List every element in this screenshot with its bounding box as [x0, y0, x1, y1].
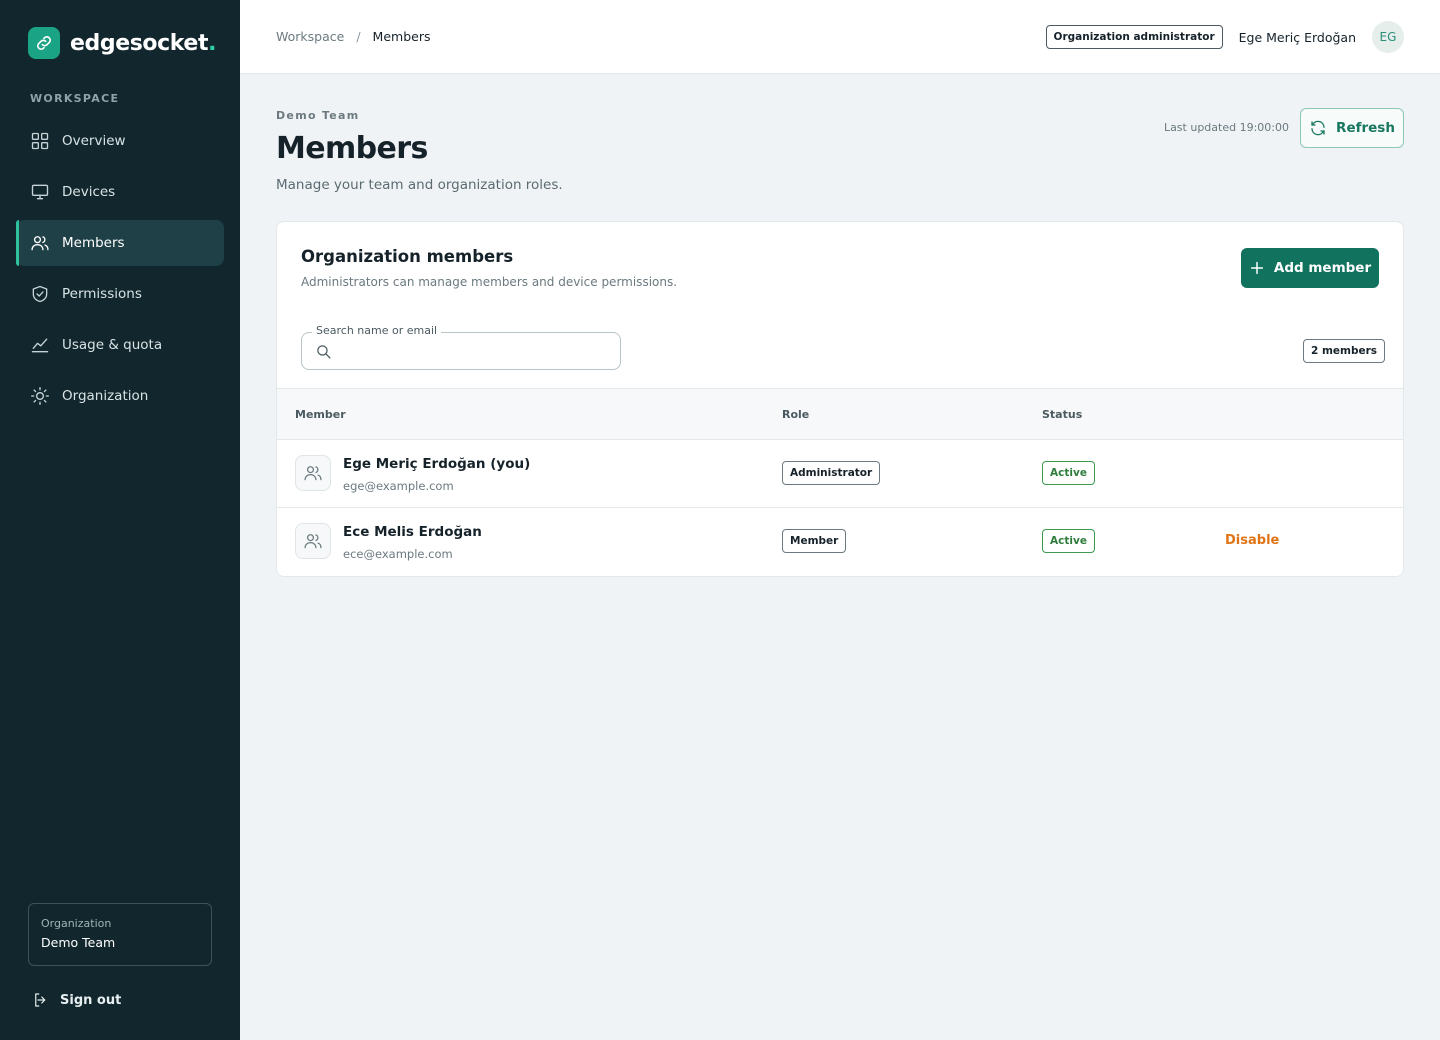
sidebar-item-label: Usage & quota — [62, 337, 163, 353]
page-title: Members — [276, 131, 428, 166]
refresh-icon — [1311, 120, 1325, 136]
sidebar-nav: Overview Devices Members Permissions Usa… — [16, 118, 224, 424]
user-area: Organization administrator Ege Meriç Erd… — [1045, 21, 1404, 53]
refresh-label: Refresh — [1336, 120, 1395, 136]
add-member-button[interactable]: Add member — [1241, 248, 1379, 288]
table-header: Member Role Status — [277, 388, 1403, 440]
refresh-button[interactable]: Refresh — [1300, 108, 1404, 148]
sidebar-item-devices[interactable]: Devices — [16, 169, 224, 215]
sidebar-item-permissions[interactable]: Permissions — [16, 271, 224, 317]
last-updated: Last updated 19:00:00 — [1163, 121, 1289, 134]
card-subtitle: Administrators can manage members and de… — [301, 275, 678, 289]
member-avatar — [295, 455, 331, 491]
sidebar-item-label: Permissions — [62, 286, 142, 302]
member-count-badge: 2 members — [1303, 339, 1386, 363]
sidebar-item-overview[interactable]: Overview — [16, 118, 224, 164]
member-name: Ege Meriç Erdoğan (you) — [343, 456, 531, 472]
monitor-icon — [31, 184, 49, 200]
column-role: Role — [782, 408, 810, 421]
users-icon — [304, 466, 322, 481]
organization-switcher[interactable]: Organization Demo Team — [28, 903, 212, 966]
sun-icon — [31, 387, 49, 405]
plus-icon — [1250, 261, 1263, 275]
page-eyebrow: Demo Team — [276, 109, 360, 122]
role-badge: Organization administrator — [1045, 25, 1223, 49]
sidebar-item-organization[interactable]: Organization — [16, 373, 224, 419]
column-member: Member — [295, 408, 346, 421]
search-icon — [317, 345, 331, 359]
sidebar-item-label: Members — [62, 235, 125, 251]
add-member-label: Add member — [1273, 260, 1372, 276]
role-chip: Administrator — [782, 461, 881, 485]
shield-check-icon — [32, 285, 48, 303]
breadcrumb-members: Members — [372, 29, 431, 44]
grid-icon — [31, 132, 49, 150]
member-name: Ece Melis Erdoğan — [343, 524, 482, 540]
sidebar-item-members[interactable]: Members — [16, 220, 224, 266]
member-email: ege@example.com — [343, 479, 454, 493]
logout-icon — [35, 993, 46, 1007]
role-chip: Member — [782, 529, 847, 553]
search-label: Search name or email — [312, 324, 442, 337]
member-email: ece@example.com — [343, 547, 453, 561]
status-badge: Active — [1042, 461, 1095, 485]
organization-value: Demo Team — [41, 935, 116, 950]
link-icon — [28, 27, 60, 59]
brand-name: edgesocket. — [70, 30, 217, 56]
line-chart-icon — [31, 338, 49, 353]
table-row: Ege Meriç Erdoğan (you) ege@example.com … — [277, 440, 1403, 508]
breadcrumb-workspace[interactable]: Workspace — [276, 29, 344, 44]
user-name: Ege Meriç Erdoğan — [1238, 29, 1356, 45]
breadcrumb: Workspace / Members — [276, 29, 430, 44]
column-status: Status — [1042, 408, 1083, 421]
sign-out-label: Sign out — [60, 992, 122, 1008]
page-subtitle: Manage your team and organization roles. — [276, 177, 563, 193]
search-input[interactable] — [342, 339, 608, 363]
table-row: Ece Melis Erdoğan ece@example.com Member… — [277, 508, 1403, 576]
breadcrumb-separator: / — [356, 29, 361, 44]
status-badge: Active — [1042, 529, 1095, 553]
disable-member-button[interactable]: Disable — [1225, 533, 1279, 548]
users-icon — [304, 534, 322, 549]
sidebar-item-label: Devices — [62, 184, 116, 200]
organization-label: Organization — [41, 917, 112, 930]
sidebar-item-label: Overview — [62, 133, 126, 149]
nav-section-label: WORKSPACE — [30, 92, 120, 105]
sign-out-button[interactable]: Sign out — [32, 991, 121, 1009]
member-avatar — [295, 523, 331, 559]
users-icon — [31, 236, 49, 251]
user-avatar[interactable]: EG — [1372, 21, 1404, 53]
card-title: Organization members — [301, 247, 514, 266]
members-card: Organization members Administrators can … — [276, 221, 1404, 577]
sidebar-item-label: Organization — [62, 388, 149, 404]
sidebar-item-usage[interactable]: Usage & quota — [16, 322, 224, 368]
search-field[interactable]: Search name or email — [301, 324, 621, 370]
brand-logo[interactable]: edgesocket. — [28, 27, 216, 59]
sidebar: edgesocket. WORKSPACE Overview Devices M… — [0, 0, 240, 1040]
top-bar: Workspace / Members Organization adminis… — [240, 0, 1440, 74]
